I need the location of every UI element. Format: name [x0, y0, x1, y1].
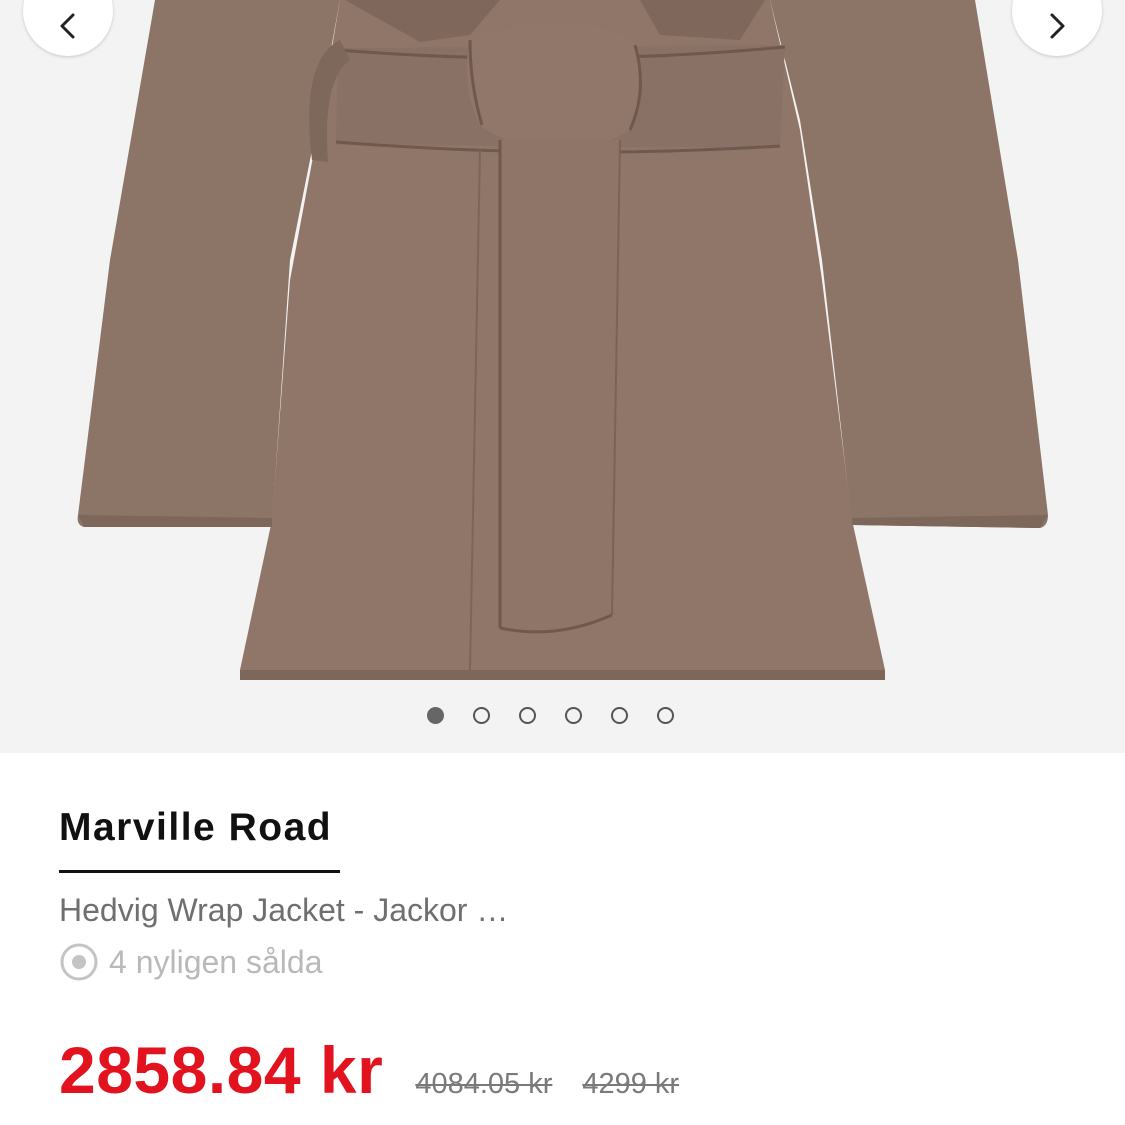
brand-link[interactable]: Marville Road	[59, 806, 332, 850]
chevron-right-icon	[1050, 13, 1065, 39]
price-block: 2858.84 kr 4084.05 kr 4299 kr	[59, 1032, 679, 1108]
brand-underline	[59, 870, 340, 873]
original-price: 4084.05 kr	[415, 1068, 553, 1100]
image-pagination-dots	[0, 707, 1125, 731]
pagination-dot-4[interactable]	[565, 707, 582, 724]
target-icon	[60, 943, 98, 981]
chevron-left-icon	[60, 13, 75, 39]
recently-sold-text: 4 nyligen sålda	[109, 943, 323, 980]
pagination-dot-6[interactable]	[657, 707, 674, 724]
pagination-dot-1[interactable]	[427, 707, 444, 724]
product-page: Marville Road Hedvig Wrap Jacket - Jacko…	[0, 0, 1125, 1125]
pagination-dot-2[interactable]	[473, 707, 490, 724]
product-image[interactable]	[0, 0, 1125, 753]
product-gallery[interactable]	[0, 0, 1125, 753]
product-title: Hedvig Wrap Jacket - Jackor …	[59, 892, 509, 928]
pagination-dot-3[interactable]	[519, 707, 536, 724]
current-price: 2858.84 kr	[59, 1033, 384, 1107]
pagination-dot-5[interactable]	[611, 707, 628, 724]
recently-sold-indicator: 4 nyligen sålda	[59, 942, 322, 982]
recommended-price: 4299 kr	[582, 1068, 680, 1100]
